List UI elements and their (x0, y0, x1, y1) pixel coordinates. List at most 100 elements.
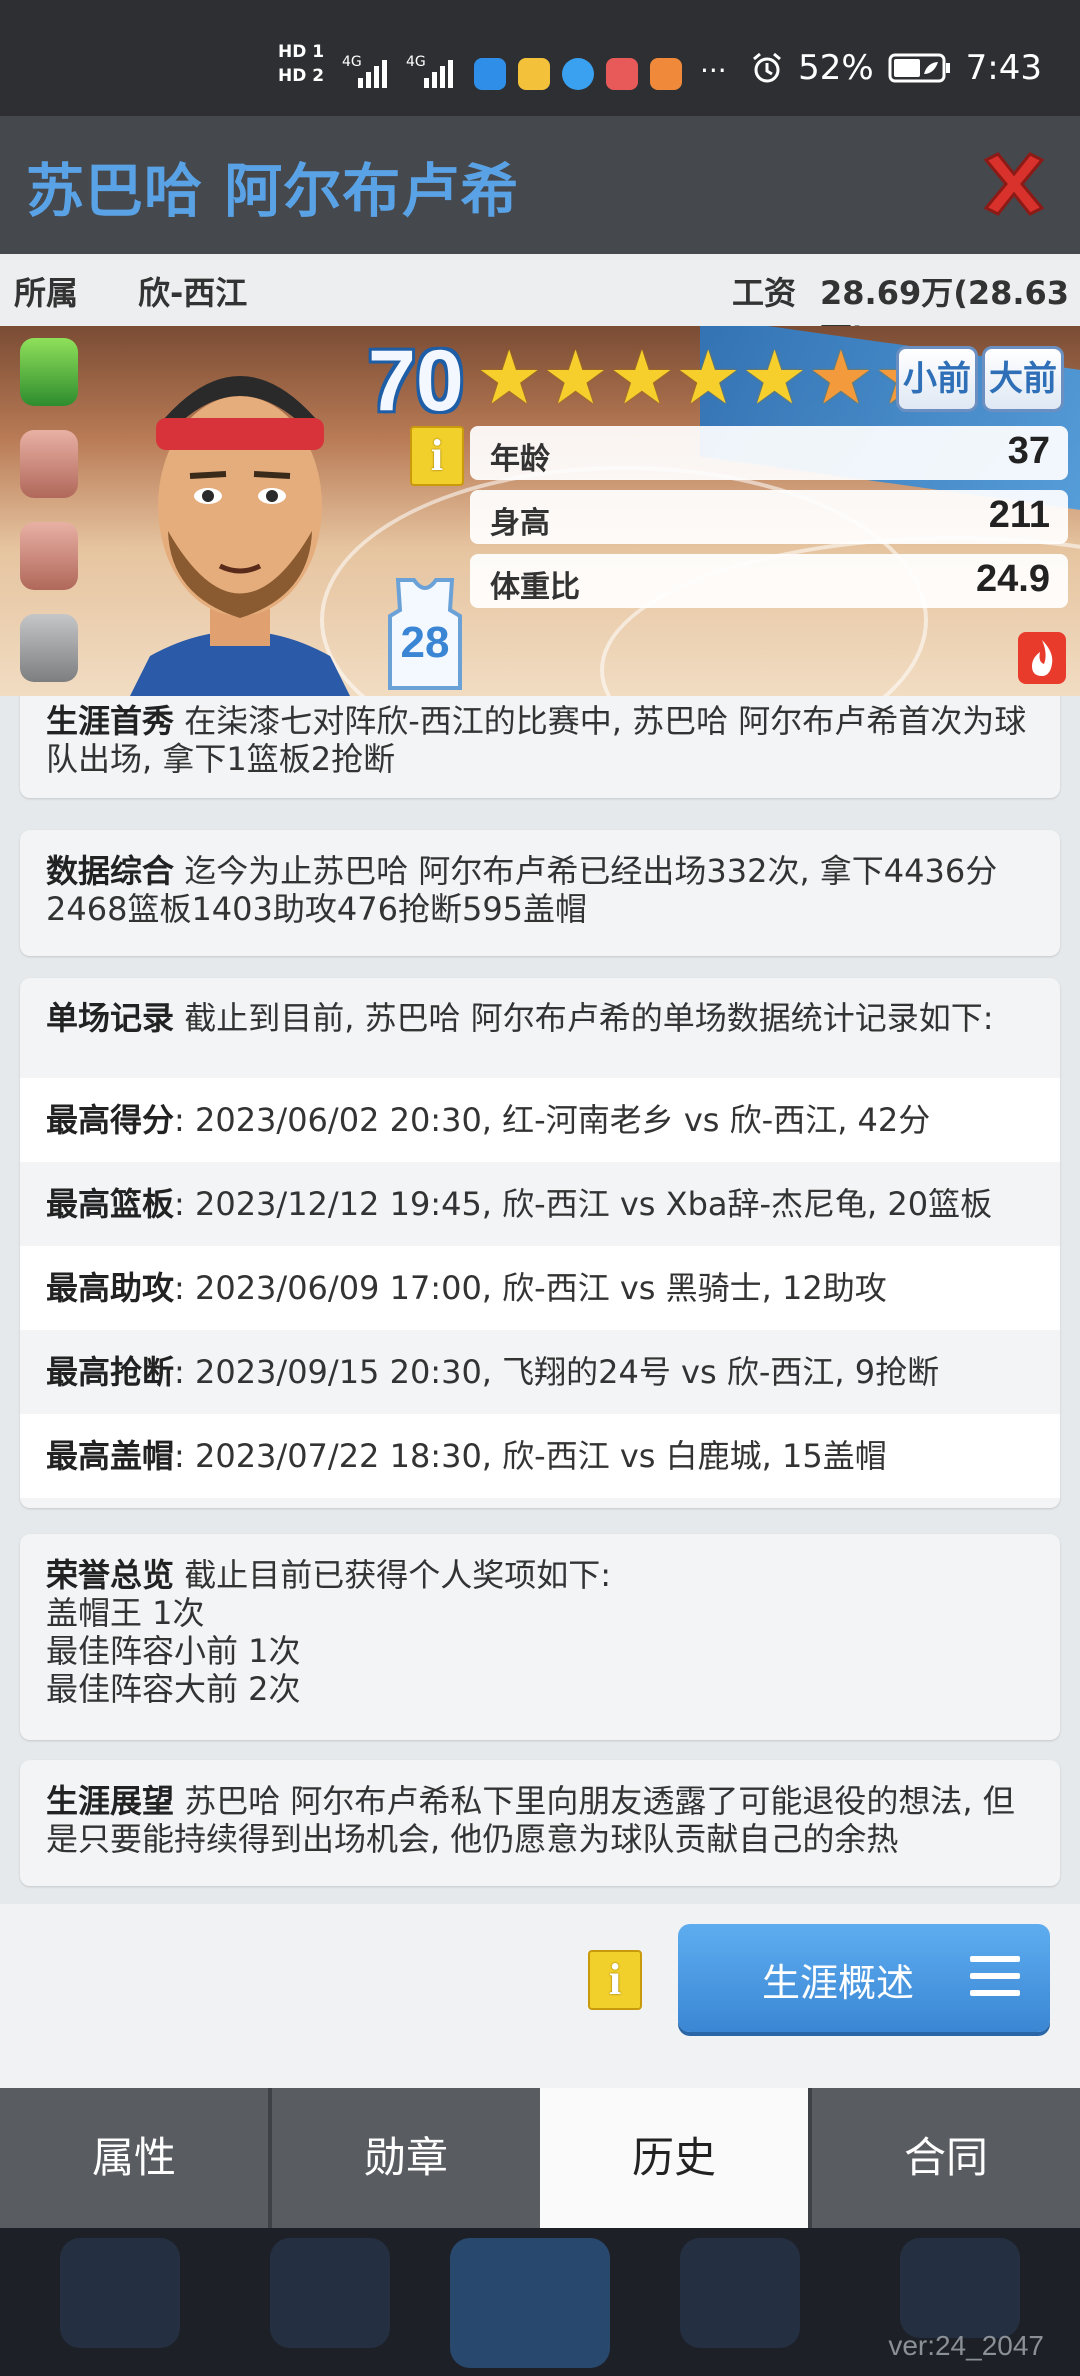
clock: 7:43 (965, 48, 1042, 88)
sim1-label: HD 1 (278, 42, 325, 62)
dimmed-nav-icon (450, 2238, 610, 2368)
fire-icon[interactable] (1018, 632, 1066, 684)
player-avatar (130, 376, 350, 696)
overall-rating: 70 (368, 333, 464, 429)
record-value: : 2023/12/12 19:45, 欣-西江 vs Xba辞-杰尼龟, 20… (174, 1185, 993, 1223)
card-title: 数据综合 (46, 852, 175, 890)
tab-attributes[interactable]: 属性 (0, 2088, 268, 2228)
attr-value: 24.9 (976, 558, 1050, 600)
card-text: 截止到目前, 苏巴哈 阿尔布卢希的单场数据统计记录如下: (184, 999, 994, 1037)
dimmed-nav-icon (900, 2238, 1020, 2338)
record-label: 最高篮板 (46, 1185, 175, 1223)
title-bar: 苏巴哈 阿尔布卢希 (0, 116, 1080, 254)
record-label: 最高盖帽 (46, 1437, 175, 1475)
record-row: 最高盖帽: 2023/07/22 18:30, 欣-西江 vs 白鹿城, 15盖… (20, 1414, 1060, 1498)
dimmed-nav-icon (680, 2238, 800, 2348)
tab-contract[interactable]: 合同 (812, 2088, 1080, 2228)
attr-label: 体重比 (490, 570, 580, 605)
stats-summary-card: 数据综合 迄今为止苏巴哈 阿尔布卢希已经出场332次, 拿下4436分2468篮… (20, 830, 1060, 956)
team-label: 所属 (14, 274, 79, 312)
position-button-pf[interactable]: 大前 (982, 346, 1064, 412)
record-label: 最高助攻 (46, 1269, 175, 1307)
close-icon[interactable] (976, 146, 1052, 222)
honor-line: 最佳阵容小前 1次 (46, 1632, 301, 1670)
honor-line: 盖帽王 1次 (46, 1594, 205, 1632)
menu-icon (970, 1956, 1020, 2000)
star-icon: ★ (542, 335, 609, 421)
status-bar: HD 1 HD 2 4G 4G ··· 52% 7:43 (0, 0, 1080, 116)
record-row: 最高得分: 2023/06/02 20:30, 红-河南老乡 vs 欣-西江, … (20, 1078, 1060, 1162)
star-icon: ★ (675, 335, 742, 421)
reader-app-icon (606, 58, 638, 90)
more-notifications-icon: ··· (700, 54, 727, 87)
skill-badge-icon[interactable] (20, 522, 78, 590)
star-icon: ★ (807, 335, 875, 421)
card-title: 单场记录 (46, 999, 175, 1037)
records-header: 单场记录 截止到目前, 苏巴哈 阿尔布卢希的单场数据统计记录如下: (20, 978, 1060, 1078)
record-row: 最高抢断: 2023/09/15 20:30, 飞翔的24号 vs 欣-西江, … (20, 1330, 1060, 1414)
attr-value: 211 (988, 494, 1050, 536)
skill-badge-icon[interactable] (20, 338, 78, 406)
card-text: 迄今为止苏巴哈 阿尔布卢希已经出场332次, 拿下4436分2468篮板1403… (46, 852, 998, 928)
card-title: 荣誉总览 (46, 1556, 175, 1594)
player-card: 70 ★★★★★★★ 小前 大前 i 年龄 37 身高 211 体重比 24.9… (0, 326, 1080, 696)
tab-history[interactable]: 历史 (540, 2088, 808, 2228)
record-value: : 2023/09/15 20:30, 飞翔的24号 vs 欣-西江, 9抢断 (174, 1353, 940, 1391)
sim2-label: HD 2 (278, 66, 325, 86)
info-icon[interactable]: i (588, 1950, 642, 2010)
background-nav-strip: ver:24_2047 (0, 2228, 1080, 2376)
career-overview-label: 生涯概述 (762, 1961, 915, 2005)
bottom-tabs: 属性 勋章 历史 合同 (0, 2088, 1080, 2228)
record-row: 最高助攻: 2023/06/09 17:00, 欣-西江 vs 黑骑士, 12助… (20, 1246, 1060, 1330)
star-icon: ★ (608, 335, 676, 421)
browser-app-icon (562, 58, 594, 90)
player-name-title: 苏巴哈 阿尔布卢希 (26, 157, 520, 225)
record-value: : 2023/06/09 17:00, 欣-西江 vs 黑骑士, 12助攻 (174, 1269, 887, 1307)
record-value: : 2023/06/02 20:30, 红-河南老乡 vs 欣-西江, 42分 (174, 1101, 931, 1139)
career-overview-button[interactable]: 生涯概述 (678, 1924, 1050, 2032)
attr-label: 年龄 (490, 442, 550, 477)
career-debut-text: 生涯首秀 在柒漆七对阵欣-西江的比赛中, 苏巴哈 阿尔布卢希首次为球队出场, 拿… (20, 696, 1060, 778)
salary-label: 工资 (732, 274, 797, 312)
network-type-2: 4G (406, 54, 426, 70)
team-value: 欣-西江 (138, 274, 248, 312)
record-value: : 2023/07/22 18:30, 欣-西江 vs 白鹿城, 15盖帽 (174, 1437, 887, 1475)
card-text: 截止目前已获得个人奖项如下: (184, 1556, 611, 1594)
attr-label: 身高 (490, 506, 550, 541)
honor-line: 最佳阵容大前 2次 (46, 1670, 301, 1708)
weather-app-icon (474, 58, 506, 90)
skill-badge-icon[interactable] (20, 430, 78, 498)
battery-icon (888, 53, 950, 83)
version-label: ver:24_2047 (888, 2330, 1044, 2361)
battery-percent: 52% (798, 48, 874, 88)
star-icon: ★ (741, 335, 808, 421)
record-row: 最高篮板: 2023/12/12 19:45, 欣-西江 vs Xba辞-杰尼龟… (20, 1162, 1060, 1246)
jersey-number: 28 (400, 618, 450, 667)
video-app-icon (650, 58, 682, 90)
history-content[interactable]: 生涯首秀 在柒漆七对阵欣-西江的比赛中, 苏巴哈 阿尔布卢希首次为球队出场, 拿… (0, 696, 1080, 1904)
attr-height: 身高 211 (470, 490, 1068, 544)
attr-value: 37 (1007, 430, 1050, 472)
action-bar: i 生涯概述 (0, 1904, 1080, 2088)
card-text: 苏巴哈 阿尔布卢希私下里向朋友透露了可能退役的想法, 但是只要能持续得到出场机会… (46, 1782, 1015, 1858)
jersey-icon: 28 (384, 576, 466, 690)
honors-text: 荣誉总览 截止目前已获得个人奖项如下: 盖帽王 1次 最佳阵容小前 1次 最佳阵… (20, 1534, 1060, 1708)
stats-summary-text: 数据综合 迄今为止苏巴哈 阿尔布卢希已经出场332次, 拿下4436分2468篮… (20, 830, 1060, 928)
locked-skill-icon[interactable] (20, 614, 78, 682)
card-title: 生涯首秀 (46, 702, 175, 740)
attr-weight-ratio: 体重比 24.9 (470, 554, 1068, 608)
alarm-icon (753, 52, 782, 83)
signal-icon (358, 52, 387, 88)
record-label: 最高抢断 (46, 1353, 175, 1391)
single-game-records-card: 单场记录 截止到目前, 苏巴哈 阿尔布卢希的单场数据统计记录如下: 最高得分: … (20, 978, 1060, 1508)
attr-age: 年龄 37 (470, 426, 1068, 480)
position-button-sf[interactable]: 小前 (896, 346, 978, 412)
career-outlook-text: 生涯展望 苏巴哈 阿尔布卢希私下里向朋友透露了可能退役的想法, 但是只要能持续得… (20, 1760, 1060, 1858)
dimmed-nav-icon (270, 2238, 390, 2348)
dimmed-nav-icon (60, 2238, 180, 2348)
card-text: 在柒漆七对阵欣-西江的比赛中, 苏巴哈 阿尔布卢希首次为球队出场, 拿下1篮板2… (46, 702, 1027, 778)
career-outlook-card: 生涯展望 苏巴哈 阿尔布卢希私下里向朋友透露了可能退役的想法, 但是只要能持续得… (20, 1760, 1060, 1886)
star-icon: ★ (476, 335, 543, 421)
tab-badges[interactable]: 勋章 (272, 2088, 540, 2228)
info-icon[interactable]: i (410, 426, 464, 486)
